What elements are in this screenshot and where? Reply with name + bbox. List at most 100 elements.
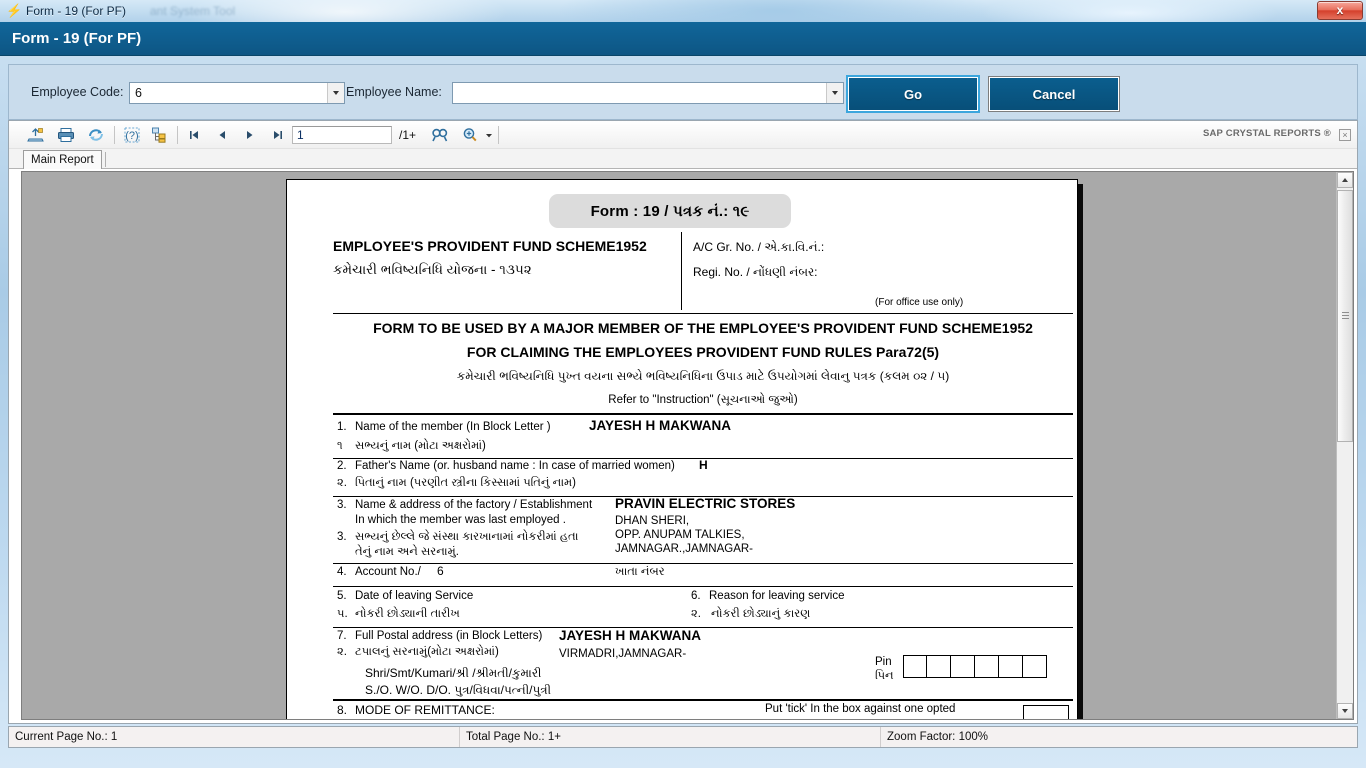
page-number-input[interactable]: 1 bbox=[292, 126, 392, 144]
report-title-line-3-gujarati: કમેચારી ભવિષ્યનિધિ પુખ્ત વયના સભ્યે ભવિષ… bbox=[456, 369, 950, 383]
group-tree-icon[interactable] bbox=[149, 125, 171, 145]
office-use-note: (For office use only) bbox=[875, 297, 964, 308]
field-2-label-gujarati: પિતાનું નામ (પરણીત સ્ત્રીના કિસ્સામાં પત… bbox=[355, 477, 576, 489]
help-icon[interactable]: (?) bbox=[121, 125, 143, 145]
field-7-salutation-line: Shri/Smt/Kumari/શ્રી /શ્રીમતી/કુમારી bbox=[365, 666, 542, 680]
field-1-label-gujarati: સભ્યનું નામ (મોટા અક્ષરોમાં) bbox=[355, 440, 486, 452]
scroll-down-icon[interactable] bbox=[1337, 703, 1353, 719]
export-icon[interactable] bbox=[25, 125, 47, 145]
window-title-ghost-text: ant System Tool bbox=[150, 4, 236, 18]
field-3-number-gujarati: 3. bbox=[337, 531, 347, 543]
refresh-icon[interactable] bbox=[85, 125, 107, 145]
status-total-page: Total Page No.: 1+ bbox=[466, 731, 561, 743]
go-button[interactable]: Go bbox=[846, 75, 980, 113]
field-7-relation-line: S./O. W/O. D/O. પુત્ર/વિધવા/પત્ની/પુત્રી bbox=[365, 683, 552, 697]
field-3-address-line-2: OPP. ANUPAM TALKIES, bbox=[615, 529, 745, 541]
employee-code-value: 6 bbox=[135, 86, 142, 100]
employee-code-label: Employee Code: bbox=[31, 85, 124, 99]
zoom-dropdown-icon[interactable] bbox=[478, 125, 500, 145]
field-3-label-gujarati-2: તેનું નામ અને સરનામું. bbox=[355, 546, 459, 558]
employee-name-combo[interactable] bbox=[452, 82, 844, 104]
report-title-line-2: FOR CLAIMING THE EMPLOYEES PROVIDENT FUN… bbox=[466, 344, 940, 360]
field-6-number: 6. bbox=[691, 590, 701, 602]
app-lightning-bolt-icon: ⚡ bbox=[6, 3, 23, 18]
last-page-icon[interactable] bbox=[267, 125, 289, 145]
field-2-number: 2. bbox=[337, 460, 347, 472]
employee-code-combo[interactable]: 6 bbox=[129, 82, 345, 104]
viewer-close-icon[interactable]: × bbox=[1339, 129, 1351, 141]
chevron-down-icon[interactable] bbox=[327, 83, 344, 103]
field-1-number: 1. bbox=[337, 421, 347, 433]
window-close-button[interactable]: x bbox=[1317, 1, 1363, 20]
pin-code-boxes bbox=[903, 655, 1047, 678]
field-5-label-gujarati: નોકરી છોડ્યાની તારીખ bbox=[355, 608, 460, 620]
pin-box[interactable] bbox=[1023, 655, 1047, 678]
field-5-number-gujarati: પ. bbox=[337, 608, 348, 620]
tick-note-english: Put 'tick' In the box against one opted bbox=[765, 703, 956, 715]
status-bar: Current Page No.: 1 Total Page No.: 1+ Z… bbox=[8, 726, 1358, 748]
field-8-number: 8. bbox=[337, 703, 348, 717]
field-1-number-gujarati: ૧ bbox=[337, 440, 343, 452]
form-header-band: Form - 19 (For PF) bbox=[0, 22, 1366, 56]
status-current-page: Current Page No.: 1 bbox=[15, 731, 118, 743]
field-3-label-gujarati: સભ્યનું છેલ્લે જે સંસ્થા કારખાનામાં નોકર… bbox=[355, 531, 579, 543]
scheme-name-gujarati: કમેચારી ભવિષ્યનિધિ યોજના - ૧૩૫૨ bbox=[333, 262, 532, 277]
field-7-value: JAYESH H MAKWANA bbox=[559, 628, 702, 643]
application-window: ⚡ Form - 19 (For PF) ant System Tool x F… bbox=[0, 0, 1366, 768]
pin-label-english: Pin bbox=[875, 656, 892, 668]
field-3-address-line-1: DHAN SHERI, bbox=[615, 515, 690, 527]
svg-text:(?): (?) bbox=[125, 130, 138, 142]
field-3-label-english-2: In which the member was last employed . bbox=[355, 514, 566, 526]
field-3-value: PRAVIN ELECTRIC STORES bbox=[615, 496, 796, 511]
pin-box[interactable] bbox=[951, 655, 975, 678]
first-page-icon[interactable] bbox=[183, 125, 205, 145]
field-8-label-english: MODE OF REMITTANCE: bbox=[355, 703, 495, 717]
ac-gr-no-label: A/C Gr. No. / એ.કા.વિ.નં.: bbox=[693, 240, 825, 254]
field-5-number: 5. bbox=[337, 590, 347, 602]
find-icon[interactable] bbox=[429, 125, 451, 145]
field-3-number: 3. bbox=[337, 499, 347, 511]
sap-crystal-reports-brand: SAP CRYSTAL REPORTS ® bbox=[1202, 128, 1331, 139]
pin-box[interactable] bbox=[927, 655, 951, 678]
pin-box[interactable] bbox=[999, 655, 1023, 678]
field-1-value: JAYESH H MAKWANA bbox=[589, 418, 732, 433]
scroll-up-icon[interactable] bbox=[1337, 172, 1353, 188]
header-divider bbox=[681, 232, 682, 310]
field-2-number-gujarati: ૨. bbox=[337, 477, 347, 489]
field-4-number: 4. bbox=[337, 566, 347, 578]
refer-instruction-note: Refer to "Instruction" (સૂચનાઓ જુઓ) bbox=[608, 394, 798, 406]
page-title: Form - 19 (For PF) bbox=[12, 30, 142, 47]
parameter-panel: Employee Code: 6 Employee Name: Go Cance… bbox=[8, 64, 1358, 120]
window-title: Form - 19 (For PF) bbox=[26, 4, 127, 18]
report-page: Form : 19 / પત્રક નં.: ૧૯ EMPLOYEE'S PRO… bbox=[286, 179, 1078, 719]
employee-name-label: Employee Name: bbox=[346, 85, 442, 99]
field-2-label-english: Father's Name (or. husband name : In cas… bbox=[355, 460, 675, 472]
field-6-label-gujarati: નોકરી છોડ્યાનું કારણ bbox=[711, 608, 811, 620]
status-zoom-factor: Zoom Factor: 100% bbox=[887, 731, 988, 743]
pin-box[interactable] bbox=[975, 655, 999, 678]
tab-main-report[interactable]: Main Report bbox=[23, 150, 102, 169]
field-7-label-english: Full Postal address (in Block Letters) bbox=[355, 630, 543, 642]
field-1-label-english: Name of the member (In Block Letter ) bbox=[355, 421, 551, 433]
scheme-name-english: EMPLOYEE'S PROVIDENT FUND SCHEME1952 bbox=[333, 238, 647, 254]
field-4-label-english: Account No./ bbox=[355, 566, 421, 578]
previous-page-icon[interactable] bbox=[211, 125, 233, 145]
report-canvas: Form : 19 / પત્રક નં.: ૧૯ EMPLOYEE'S PRO… bbox=[21, 171, 1354, 720]
field-2-value: H bbox=[699, 458, 708, 472]
field-6-number-gujarati: ૨. bbox=[691, 608, 701, 620]
next-page-icon[interactable] bbox=[239, 125, 261, 145]
print-icon[interactable] bbox=[55, 125, 77, 145]
report-vertical-scrollbar[interactable] bbox=[1336, 172, 1353, 719]
page-total-label: /1+ bbox=[399, 128, 417, 142]
field-3-label-english: Name & address of the factory / Establis… bbox=[355, 499, 593, 511]
field-4-value: 6 bbox=[437, 564, 444, 578]
pin-label-gujarati: પિન bbox=[875, 670, 894, 682]
report-title-line-1: FORM TO BE USED BY A MAJOR MEMBER OF THE… bbox=[373, 320, 1033, 336]
scrollbar-thumb[interactable] bbox=[1337, 190, 1353, 442]
pin-box[interactable] bbox=[903, 655, 927, 678]
remittance-tick-box[interactable] bbox=[1023, 705, 1069, 719]
cancel-button[interactable]: Cancel bbox=[989, 77, 1119, 111]
field-6-label-english: Reason for leaving service bbox=[709, 590, 845, 602]
chevron-down-icon[interactable] bbox=[826, 83, 843, 103]
field-7-number-gujarati: ૨. bbox=[337, 646, 347, 658]
